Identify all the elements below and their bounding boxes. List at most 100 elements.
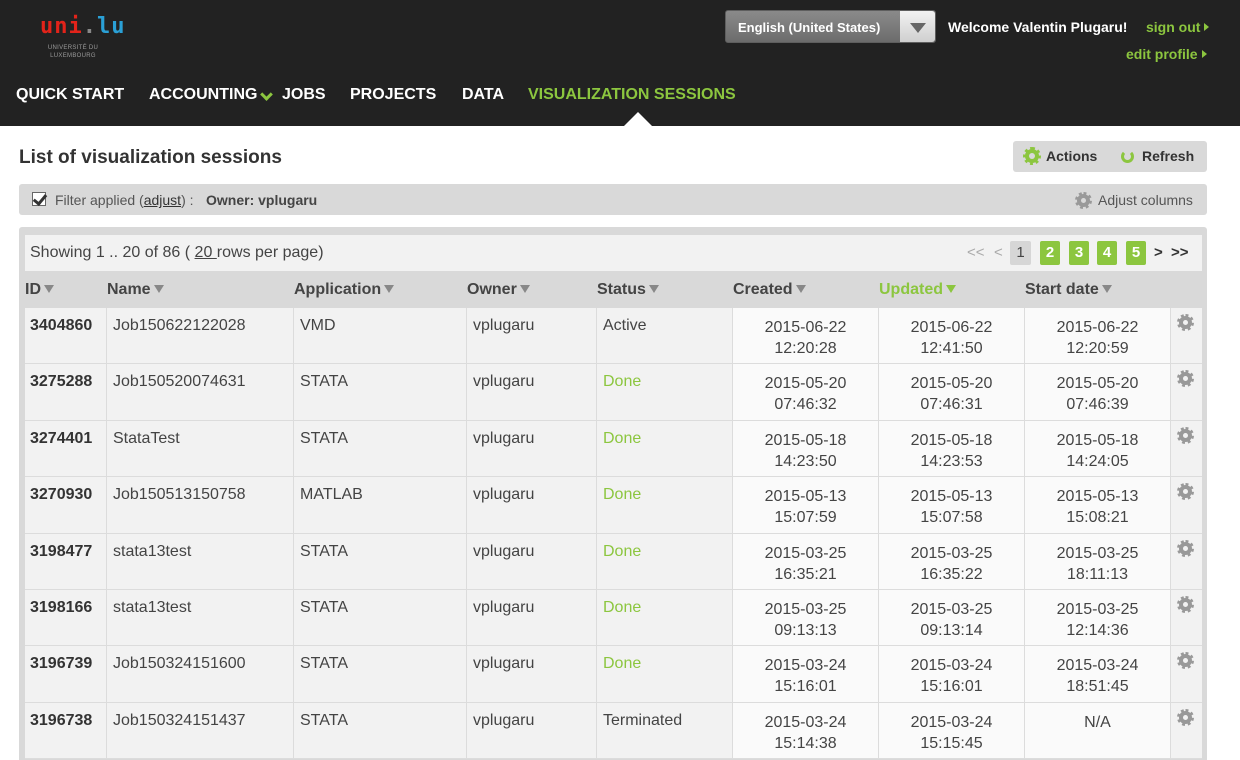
university-logo[interactable]: uni.lu UNIVERSITÉ DU LUXEMBOURG xyxy=(40,14,125,64)
column-header-name[interactable]: Name xyxy=(107,281,164,299)
column-header-created[interactable]: Created xyxy=(733,281,806,299)
updated-date: 2015-05-18 xyxy=(910,431,993,449)
table-row[interactable]: 3196739 Job150324151600 STATA vplugaru Done 2… xyxy=(25,646,1202,703)
row-actions[interactable] xyxy=(1171,703,1202,758)
cell-status: Done xyxy=(597,646,733,702)
pagination-bar: Showing 1 .. 20 of 86 ( 20 rows per page… xyxy=(25,235,1202,271)
cell-id[interactable]: 3196739 xyxy=(25,646,107,702)
table-row[interactable]: 3196738 Job150324151437 STATA vplugaru Termi… xyxy=(25,702,1202,760)
first-page-button[interactable]: << xyxy=(967,241,985,265)
cell-id[interactable]: 3274401 xyxy=(25,420,107,477)
cell-name[interactable]: stata13test xyxy=(107,533,294,589)
filter-checkbox[interactable] xyxy=(32,192,46,206)
gear-icon xyxy=(1075,192,1092,209)
nav-visualization-sessions[interactable]: VISUALIZATION SESSIONS xyxy=(528,86,736,104)
row-actions[interactable] xyxy=(1171,421,1202,476)
gear-icon[interactable] xyxy=(1177,483,1194,501)
actions-button[interactable]: Actions xyxy=(1023,141,1097,172)
table-row[interactable]: 3198477 stata13test STATA vplugaru Done 2015-… xyxy=(25,533,1202,590)
cell-updated: 2015-03-24 15:16:01 xyxy=(879,646,1025,702)
refresh-button[interactable]: Refresh xyxy=(1121,141,1194,172)
cell-id[interactable]: 3198477 xyxy=(25,533,107,589)
cell-id[interactable]: 3198166 xyxy=(25,589,107,646)
row-actions[interactable] xyxy=(1171,534,1202,589)
row-actions[interactable] xyxy=(1171,646,1202,701)
filter-suffix: ) : xyxy=(181,192,194,208)
rows-per-page-link[interactable]: 20 xyxy=(195,244,217,261)
table-row[interactable]: 3198166 stata13test STATA vplugaru Done 2015-… xyxy=(25,589,1202,647)
sign-out-link[interactable]: sign out xyxy=(1146,19,1210,35)
cell-name[interactable]: stata13test xyxy=(107,589,294,646)
cell-application: STATA xyxy=(294,702,467,759)
column-header-application[interactable]: Application xyxy=(294,281,395,299)
table-row[interactable]: 3404860 Job150622122028 VMD vplugaru Active 2… xyxy=(25,308,1202,365)
cell-id[interactable]: 3404860 xyxy=(25,308,107,364)
cell-updated: 2015-05-20 07:46:31 xyxy=(879,364,1025,420)
gear-icon[interactable] xyxy=(1177,539,1194,557)
start-date: 2015-03-24 xyxy=(1056,657,1139,675)
prev-page-button[interactable]: < xyxy=(994,241,1003,265)
cell-start-date: 2015-03-25 18:11:13 xyxy=(1025,533,1171,589)
chevron-down-icon[interactable] xyxy=(260,88,273,101)
language-select[interactable]: English (United States) xyxy=(725,10,936,43)
table-row[interactable]: 3275288 Job150520074631 STATA vplugaru Done 2… xyxy=(25,364,1202,421)
cell-name[interactable]: Job150622122028 xyxy=(107,308,294,364)
start-date: 2015-03-25 xyxy=(1056,600,1139,618)
cell-start-date: 2015-03-25 12:14:36 xyxy=(1025,589,1171,646)
gear-icon[interactable] xyxy=(1177,708,1194,726)
row-actions[interactable] xyxy=(1171,477,1202,532)
page-5-button[interactable]: 5 xyxy=(1126,241,1146,265)
last-page-button[interactable]: >> xyxy=(1171,241,1189,265)
gear-icon[interactable] xyxy=(1177,595,1194,613)
gear-icon[interactable] xyxy=(1177,314,1194,331)
table-row[interactable]: 3270930 Job150513150758 MATLAB vplugaru Done… xyxy=(25,477,1202,534)
cell-created: 2015-03-24 15:16:01 xyxy=(733,646,879,702)
adjust-filter-link[interactable]: adjust xyxy=(144,192,181,208)
created-date: 2015-03-25 xyxy=(764,544,847,562)
gear-icon[interactable] xyxy=(1177,370,1194,388)
cell-owner: vplugaru xyxy=(467,364,597,420)
created-date: 2015-05-20 xyxy=(764,375,847,393)
cell-application: STATA xyxy=(294,646,467,702)
edit-profile-link[interactable]: edit profile xyxy=(1126,46,1207,62)
column-header-status[interactable]: Status xyxy=(597,281,659,299)
cell-id[interactable]: 3196738 xyxy=(25,702,107,759)
gear-icon[interactable] xyxy=(1177,652,1194,670)
cell-name[interactable]: StataTest xyxy=(107,420,294,477)
table-body: 3404860 Job150622122028 VMD vplugaru Active 2… xyxy=(25,308,1202,760)
language-dropdown-button[interactable] xyxy=(900,11,935,42)
nav-data[interactable]: DATA xyxy=(462,86,504,104)
nav-quick-start[interactable]: QUICK START xyxy=(16,86,124,104)
gear-icon[interactable] xyxy=(1177,426,1194,444)
cell-name[interactable]: Job150324151600 xyxy=(107,646,294,702)
nav-accounting[interactable]: ACCOUNTING xyxy=(149,86,257,104)
page-3-button[interactable]: 3 xyxy=(1069,241,1089,265)
next-page-button[interactable]: > xyxy=(1154,241,1163,265)
page-2-button[interactable]: 2 xyxy=(1040,241,1060,265)
column-header-id[interactable]: ID xyxy=(25,281,54,299)
column-header-start-date[interactable]: Start date xyxy=(1025,281,1112,299)
cell-id[interactable]: 3275288 xyxy=(25,364,107,420)
cell-start-date: 2015-05-20 07:46:39 xyxy=(1025,364,1171,420)
start-date: 2015-05-20 xyxy=(1056,375,1139,393)
table-row[interactable]: 3274401 StataTest STATA vplugaru Done 2015-05… xyxy=(25,420,1202,478)
adjust-columns-button[interactable]: Adjust columns xyxy=(1075,192,1193,209)
column-header-owner[interactable]: Owner xyxy=(467,281,530,299)
row-actions[interactable] xyxy=(1171,364,1202,419)
row-actions[interactable] xyxy=(1171,590,1202,645)
column-header-updated[interactable]: Updated xyxy=(879,281,956,299)
cell-owner: vplugaru xyxy=(467,702,597,759)
cell-name[interactable]: Job150520074631 xyxy=(107,364,294,420)
page-4-button[interactable]: 4 xyxy=(1097,241,1117,265)
cell-name[interactable]: Job150324151437 xyxy=(107,702,294,759)
created-date: 2015-03-25 xyxy=(764,600,847,618)
cell-name[interactable]: Job150513150758 xyxy=(107,477,294,533)
cell-id[interactable]: 3270930 xyxy=(25,477,107,533)
row-actions[interactable] xyxy=(1171,308,1202,363)
nav-projects[interactable]: PROJECTS xyxy=(350,86,436,104)
updated-time: 07:46:31 xyxy=(920,396,983,414)
page-1-button[interactable]: 1 xyxy=(1010,241,1031,265)
updated-date: 2015-03-25 xyxy=(910,600,993,618)
created-time: 09:13:13 xyxy=(774,621,837,639)
nav-jobs[interactable]: JOBS xyxy=(282,86,326,104)
